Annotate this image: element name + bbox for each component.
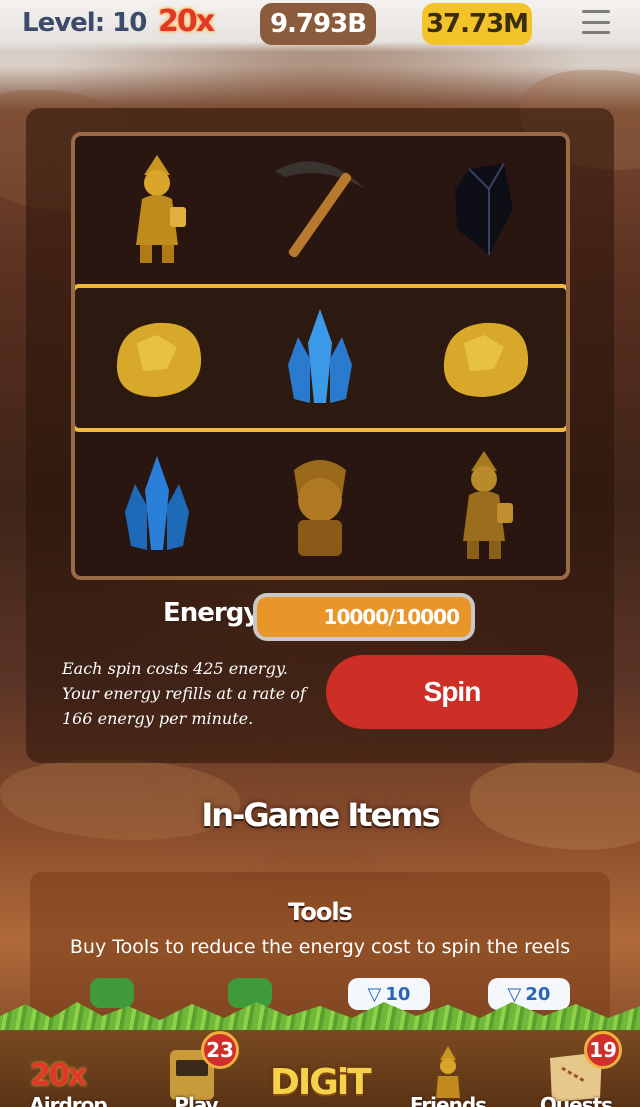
nav-quests-label: Quests xyxy=(539,1093,613,1107)
spin-info-text: Each spin costs 425 energy. Your energy … xyxy=(62,659,306,728)
in-game-items-title: In-Game Items xyxy=(201,796,440,834)
blue-crystal-icon xyxy=(265,298,375,418)
obsidian-icon xyxy=(429,149,539,269)
tool-cost: 20 xyxy=(525,983,551,1005)
airdrop-multiplier: 20x xyxy=(30,1058,87,1093)
tool-cost-button[interactable]: ▽ 20 xyxy=(488,978,570,1010)
energy-value: 10000/10000 xyxy=(257,597,471,637)
quests-badge: 19 xyxy=(584,1031,622,1069)
hamburger-menu-icon[interactable] xyxy=(582,10,610,34)
diamond-icon: ▽ xyxy=(367,983,382,1005)
tools-title: Tools xyxy=(288,898,353,926)
multiplier-badge: 20x xyxy=(158,4,215,39)
play-badge: 23 xyxy=(201,1031,239,1069)
reel-row xyxy=(75,136,566,282)
tiki-idol-icon xyxy=(265,445,375,565)
digit-logo: DIGiT xyxy=(270,1062,372,1103)
points-balance: 37.73M xyxy=(422,3,532,45)
tool-buy-button[interactable] xyxy=(228,978,272,1008)
gold-nugget-icon xyxy=(102,298,212,418)
tool-cost: 10 xyxy=(385,983,411,1005)
gnome-icon xyxy=(436,1046,460,1098)
energy-label: Energy xyxy=(163,598,260,628)
level-indicator: Level: 10 xyxy=(22,8,147,38)
blue-crystal-icon xyxy=(102,445,212,565)
gnome-statue-icon xyxy=(429,445,539,565)
reel-row xyxy=(75,432,566,576)
gold-balance: 9.793B xyxy=(260,3,376,45)
spin-button[interactable]: Spin xyxy=(326,655,578,729)
gnome-statue-icon xyxy=(102,149,212,269)
tool-buy-button[interactable] xyxy=(90,978,134,1008)
pickaxe-icon xyxy=(265,149,375,269)
nav-airdrop[interactable]: 20x Airdrop xyxy=(18,1040,118,1107)
nav-play-label: Play xyxy=(174,1093,218,1107)
nav-friends-label: Friends xyxy=(409,1093,487,1107)
nav-airdrop-label: Airdrop xyxy=(29,1093,107,1107)
top-bar: Level: 10 20x 9.793B 37.73M xyxy=(0,0,640,52)
slot-reels xyxy=(71,132,570,580)
gold-nugget-icon xyxy=(429,298,539,418)
diamond-icon: ▽ xyxy=(507,983,522,1005)
energy-bar: 10000/10000 xyxy=(253,593,475,641)
tools-description: Buy Tools to reduce the energy cost to s… xyxy=(69,936,571,958)
reel-row-winning xyxy=(75,284,566,432)
nav-friends[interactable]: Friends xyxy=(398,1040,498,1107)
